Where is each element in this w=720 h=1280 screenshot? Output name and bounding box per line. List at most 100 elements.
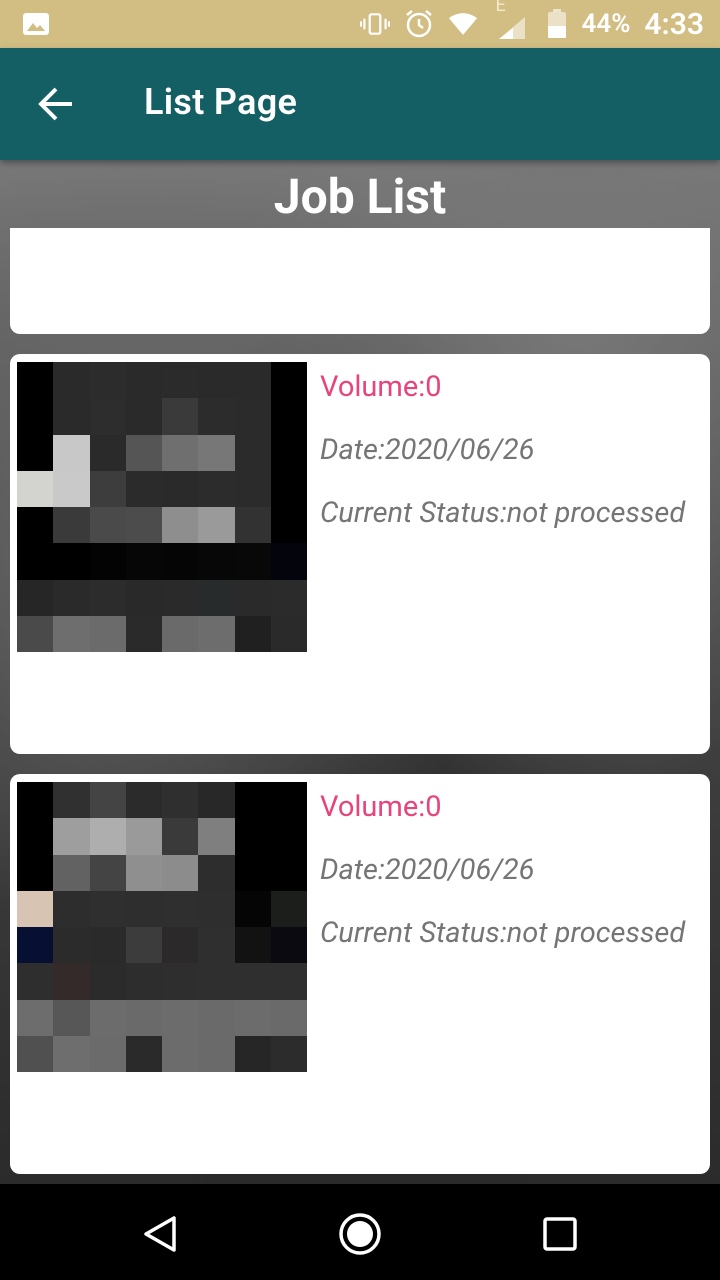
thumbnail-pixel bbox=[125, 818, 162, 855]
thumbnail-pixel bbox=[198, 434, 235, 471]
thumbnail-pixel bbox=[234, 362, 271, 399]
thumbnail-pixel bbox=[270, 963, 307, 1000]
thumbnail-pixel bbox=[270, 818, 307, 855]
thumbnail-pixel bbox=[125, 927, 162, 964]
thumbnail-pixel bbox=[53, 434, 90, 471]
thumbnail-pixel bbox=[125, 890, 162, 927]
job-info: Volume:0 Date:2020/06/26 Current Status:… bbox=[320, 788, 700, 952]
thumbnail-pixel bbox=[234, 470, 271, 507]
thumbnail-pixel bbox=[89, 999, 126, 1036]
job-list-container[interactable]: Job List Volume:0 Date:2020/06/26 Curren… bbox=[0, 160, 720, 1184]
thumbnail-pixel bbox=[17, 362, 54, 399]
thumbnail-pixel bbox=[89, 890, 126, 927]
nav-home-icon[interactable] bbox=[338, 1212, 382, 1256]
thumbnail-pixel bbox=[17, 507, 54, 544]
thumbnail-pixel bbox=[89, 398, 126, 435]
nav-back-icon[interactable] bbox=[138, 1212, 182, 1256]
thumbnail-pixel bbox=[162, 890, 199, 927]
thumbnail-pixel bbox=[198, 579, 235, 616]
thumbnail-pixel bbox=[198, 890, 235, 927]
thumbnail-pixel bbox=[53, 543, 90, 580]
job-card[interactable]: Volume:0 Date:2020/06/26 Current Status:… bbox=[10, 774, 710, 1174]
job-list-heading: Job List bbox=[273, 168, 447, 225]
thumbnail-pixel bbox=[17, 890, 54, 927]
thumbnail-pixel bbox=[198, 543, 235, 580]
arrow-left-icon[interactable] bbox=[36, 84, 76, 124]
thumbnail-pixel bbox=[270, 362, 307, 399]
thumbnail-pixel bbox=[125, 782, 162, 819]
thumbnail-pixel bbox=[270, 507, 307, 544]
thumbnail-pixel bbox=[17, 615, 54, 652]
thumbnail-pixel bbox=[270, 854, 307, 891]
thumbnail-pixel bbox=[89, 543, 126, 580]
thumbnail-pixel bbox=[270, 890, 307, 927]
thumbnail-pixel bbox=[53, 782, 90, 819]
thumbnail-pixel bbox=[17, 854, 54, 891]
thumbnail-pixel bbox=[53, 927, 90, 964]
thumbnail-pixel bbox=[89, 615, 126, 652]
thumbnail-pixel bbox=[53, 1035, 90, 1072]
job-card[interactable]: Volume:0 Date:2020/06/26 Current Status:… bbox=[10, 354, 710, 754]
thumbnail-pixel bbox=[270, 434, 307, 471]
thumbnail-pixel bbox=[53, 579, 90, 616]
thumbnail-pixel bbox=[198, 398, 235, 435]
thumbnail-pixel bbox=[234, 579, 271, 616]
thumbnail-pixel bbox=[234, 398, 271, 435]
alarm-icon bbox=[404, 9, 434, 39]
thumbnail-pixel bbox=[198, 927, 235, 964]
signal-icon: E bbox=[492, 0, 532, 39]
thumbnail-pixel bbox=[162, 434, 199, 471]
thumbnail-pixel bbox=[17, 782, 54, 819]
thumbnail-pixel bbox=[234, 434, 271, 471]
thumbnail-pixel bbox=[89, 507, 126, 544]
thumbnail-pixel bbox=[270, 398, 307, 435]
thumbnail-pixel bbox=[234, 963, 271, 1000]
job-status: Current Status:not processed bbox=[320, 916, 686, 950]
job-card-partial[interactable] bbox=[10, 228, 710, 334]
job-volume: Volume:0 bbox=[320, 790, 442, 824]
thumbnail-pixel bbox=[234, 999, 271, 1036]
thumbnail-pixel bbox=[270, 999, 307, 1036]
thumbnail-pixel bbox=[162, 470, 199, 507]
thumbnail-pixel bbox=[198, 854, 235, 891]
thumbnail-pixel bbox=[162, 999, 199, 1036]
thumbnail-pixel bbox=[89, 782, 126, 819]
thumbnail-pixel bbox=[125, 615, 162, 652]
thumbnail-pixel bbox=[125, 543, 162, 580]
thumbnail-pixel bbox=[53, 818, 90, 855]
job-date: Date:2020/06/26 bbox=[320, 853, 535, 887]
clock: 4:33 bbox=[644, 6, 704, 42]
nav-recent-icon[interactable] bbox=[538, 1212, 582, 1256]
thumbnail-pixel bbox=[17, 470, 54, 507]
job-date: Date:2020/06/26 bbox=[320, 433, 535, 467]
thumbnail-pixel bbox=[162, 963, 199, 1000]
thumbnail-pixel bbox=[198, 963, 235, 1000]
thumbnail-pixel bbox=[17, 543, 54, 580]
job-thumbnail bbox=[17, 362, 307, 652]
page-title: List Page bbox=[144, 81, 298, 123]
thumbnail-pixel bbox=[234, 782, 271, 819]
thumbnail-pixel bbox=[53, 507, 90, 544]
thumbnail-pixel bbox=[53, 963, 90, 1000]
thumbnail-pixel bbox=[53, 470, 90, 507]
thumbnail-pixel bbox=[234, 543, 271, 580]
status-icons: E 44% 4:33 bbox=[359, 0, 704, 48]
thumbnail-pixel bbox=[53, 398, 90, 435]
thumbnail-pixel bbox=[89, 434, 126, 471]
thumbnail-pixel bbox=[162, 579, 199, 616]
thumbnail-pixel bbox=[17, 398, 54, 435]
thumbnail-pixel bbox=[17, 1035, 54, 1072]
thumbnail-pixel bbox=[162, 362, 199, 399]
wifi-icon bbox=[448, 9, 478, 39]
battery-icon bbox=[546, 9, 568, 39]
thumbnail-pixel bbox=[162, 507, 199, 544]
thumbnail-pixel bbox=[198, 470, 235, 507]
thumbnail-pixel bbox=[89, 362, 126, 399]
thumbnail-pixel bbox=[270, 782, 307, 819]
thumbnail-pixel bbox=[53, 854, 90, 891]
thumbnail-pixel bbox=[234, 1035, 271, 1072]
vibrate-icon bbox=[359, 9, 390, 39]
thumbnail-pixel bbox=[162, 927, 199, 964]
thumbnail-pixel bbox=[125, 434, 162, 471]
thumbnail-pixel bbox=[198, 818, 235, 855]
